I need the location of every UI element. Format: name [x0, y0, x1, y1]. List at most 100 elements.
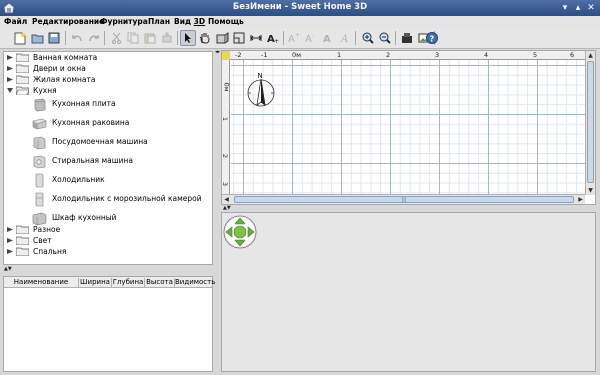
column-header-name[interactable]: Наименование	[4, 278, 79, 288]
sink-icon	[32, 118, 47, 130]
svg-text:?: ?	[430, 35, 435, 44]
zoom-out-button[interactable]	[377, 30, 393, 46]
column-header-depth[interactable]: Глубина	[112, 278, 145, 288]
scroll-right-arrow[interactable]: ▶	[576, 195, 585, 204]
create-dimensions-button[interactable]	[248, 30, 264, 46]
open-folder-icon	[31, 34, 43, 44]
plan-horizontal-scrollbar[interactable]: ◀ ||| ▶	[222, 194, 585, 204]
copy-button[interactable]	[125, 30, 141, 46]
decrease-text-button[interactable]: A-	[303, 30, 319, 46]
zoom-in-button[interactable]	[360, 30, 376, 46]
zoom-in-icon	[362, 32, 374, 44]
catalog-item-fridge-freezer[interactable]: Холодильник с морозильной камерой	[30, 190, 212, 209]
add-text-button[interactable]: A +	[265, 30, 281, 46]
scroll-down-arrow[interactable]: ▼	[586, 186, 595, 195]
menu-plan[interactable]: План	[148, 17, 170, 26]
catalog-item-label: Холодильник с морозильной камерой	[52, 194, 202, 203]
italic-text-button[interactable]: A	[337, 30, 353, 46]
undo-button[interactable]	[69, 30, 85, 46]
menu-view3d-label: Вид	[174, 17, 194, 26]
bold-text-button[interactable]: A	[320, 30, 336, 46]
help-button[interactable]: ?	[424, 30, 440, 46]
expand-icon[interactable]	[7, 55, 13, 60]
ruler-x-label: -2	[235, 51, 242, 59]
collapse-arrows-icon[interactable]: ▲▼	[223, 206, 231, 211]
select-mode-button[interactable]	[180, 30, 196, 46]
navigation-arrows-icon[interactable]	[223, 215, 257, 249]
import-furniture-icon	[402, 33, 412, 43]
expand-icon[interactable]	[7, 77, 13, 82]
ruler-corner	[222, 51, 230, 60]
create-walls-button[interactable]	[214, 30, 230, 46]
expand-icon[interactable]	[7, 249, 13, 254]
expand-icon[interactable]	[7, 227, 13, 232]
toolbar-separator	[177, 31, 178, 45]
svg-text:+: +	[274, 38, 279, 44]
stove-icon	[34, 98, 46, 112]
column-header-height[interactable]: Высота	[145, 278, 175, 288]
plan-grid[interactable]	[231, 60, 586, 195]
expand-icon[interactable]	[7, 238, 13, 243]
ruler-x-label: -1	[261, 51, 268, 59]
ruler-y-label: 1	[221, 116, 230, 122]
close-button[interactable]: ✕	[586, 3, 596, 13]
toolbar-separator	[395, 31, 396, 45]
catalog-item-washing-machine[interactable]: Стиральная машина	[30, 152, 212, 171]
column-header-visibility[interactable]: Видимость	[175, 278, 215, 288]
save-file-button[interactable]	[46, 30, 62, 46]
svg-text:A: A	[340, 34, 348, 44]
vertical-splitter[interactable]: ◂▸	[215, 49, 220, 375]
3d-view[interactable]	[221, 212, 596, 372]
redo-button[interactable]	[86, 30, 102, 46]
pan-mode-button[interactable]	[197, 30, 213, 46]
cut-button[interactable]	[108, 30, 124, 46]
increase-text-icon: A +	[288, 32, 300, 44]
scroll-thumb[interactable]: |||	[234, 196, 574, 203]
menu-file[interactable]: Файл	[4, 17, 27, 26]
open-file-button[interactable]	[29, 30, 45, 46]
paste-button[interactable]	[142, 30, 158, 46]
catalog-item-fridge[interactable]: Холодильник	[30, 171, 212, 190]
increase-text-button[interactable]: A +	[286, 30, 302, 46]
left-splitter[interactable]: ▲▼	[0, 267, 215, 272]
collapse-arrows-icon[interactable]: ▲▼	[4, 267, 12, 272]
catalog-item-sink[interactable]: Кухонная раковина	[30, 114, 212, 133]
new-file-button[interactable]	[12, 30, 28, 46]
toolbar-separator	[283, 31, 284, 45]
plan-3d-splitter[interactable]: ▲▼	[221, 206, 596, 211]
add-furniture-button[interactable]	[159, 30, 175, 46]
new-file-icon	[14, 32, 26, 44]
ruler-x-label: 1	[337, 51, 342, 59]
open-folder-icon	[16, 86, 29, 95]
cut-icon	[111, 32, 121, 44]
maximize-button[interactable]: ▴	[573, 3, 583, 13]
furniture-list-table: Наименование Ширина Глубина Высота Видим…	[3, 276, 215, 372]
create-rooms-button[interactable]	[231, 30, 247, 46]
table-header: Наименование Ширина Глубина Высота Видим…	[4, 277, 215, 288]
tree-category-label: Спальня	[33, 247, 67, 256]
plan-vertical-scrollbar[interactable]: ▲ ▼	[585, 51, 595, 195]
expand-icon[interactable]	[7, 66, 13, 71]
minimize-button[interactable]: ▾	[560, 3, 570, 13]
catalog-item-label: Кухонная раковина	[52, 118, 130, 127]
horizontal-ruler: -2 -1 0м 1 2 3 4 5 6	[230, 51, 586, 60]
scroll-thumb[interactable]	[587, 61, 594, 183]
menu-view3d[interactable]: Вид 3D	[174, 17, 205, 26]
collapse-icon[interactable]	[7, 88, 13, 93]
menu-view3d-3d: 3D	[193, 17, 206, 26]
rooms-icon	[233, 32, 245, 44]
add-furniture-icon	[162, 32, 172, 43]
scroll-up-arrow[interactable]: ▲	[586, 51, 595, 60]
menu-help[interactable]: Помощь	[208, 17, 244, 26]
menu-edit[interactable]: Редактирование	[32, 17, 104, 26]
import-furniture-button[interactable]	[399, 30, 415, 46]
column-header-width[interactable]: Ширина	[79, 278, 112, 288]
menu-furniture[interactable]: Фурнитура	[100, 17, 148, 26]
catalog-item-dishwasher[interactable]: Посудомоечная машина	[30, 133, 212, 152]
catalog-item-stove[interactable]: Кухонная плита	[30, 95, 212, 114]
text-icon: A +	[267, 34, 279, 44]
plan-view[interactable]: -2 -1 0м 1 2 3 4 5 6 0м 1 2 3 N ▲ ▼ ◀ ||…	[221, 50, 596, 205]
scroll-left-arrow[interactable]: ◀	[222, 195, 231, 204]
compass-rose-icon[interactable]: N	[244, 71, 278, 111]
collapse-arrows-icon[interactable]: ◂▸	[215, 50, 220, 55]
